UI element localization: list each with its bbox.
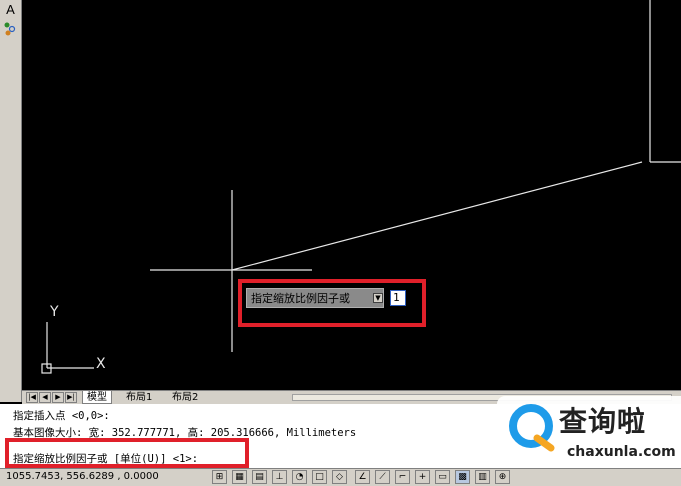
lineweight-icon[interactable]: + [415, 470, 430, 484]
highlight-box-dynamic-input [238, 279, 426, 327]
tab-model[interactable]: 模型 [82, 391, 112, 404]
text-tool-button[interactable]: A [2, 1, 19, 18]
watermark-url: chaxunla.com [567, 444, 676, 460]
status-bar: 1055.7453, 556.6289 , 0.0000 ⊞ ▦ ▤ ⊥ ◔ □… [0, 468, 681, 486]
watermark: 查询啦 chaxunla.com [497, 396, 681, 468]
next-tab-button[interactable]: ▶ [52, 392, 64, 403]
last-tab-button[interactable]: ▶| [65, 392, 77, 403]
quick-properties-icon[interactable]: ▩ [455, 470, 470, 484]
selection-cycling-icon[interactable]: ▥ [475, 470, 490, 484]
annotation-monitor-icon[interactable]: ⊕ [495, 470, 510, 484]
tab-layout2[interactable]: 布局2 [168, 391, 202, 404]
transparency-icon[interactable]: ▭ [435, 470, 450, 484]
ortho-mode-icon[interactable]: ⊥ [272, 470, 287, 484]
first-tab-button[interactable]: |◀ [26, 392, 38, 403]
ucs-x-label: X [96, 356, 106, 372]
highlight-box-command-prompt [5, 438, 249, 468]
polar-tracking-icon[interactable]: ◔ [292, 470, 307, 484]
ucs-icon: Y X [41, 304, 106, 374]
object-snap-tracking-icon[interactable]: ∠ [355, 470, 370, 484]
scale-rubberband-line [231, 161, 643, 271]
snap-mode-icon[interactable]: ⊞ [212, 470, 227, 484]
prev-tab-button[interactable]: ◀ [39, 392, 51, 403]
watermark-logo-icon [509, 404, 555, 452]
drawing-area[interactable]: Y X [22, 0, 681, 390]
ucs-y-label: Y [49, 304, 59, 320]
tab-layout1[interactable]: 布局1 [122, 391, 156, 404]
grid-icon[interactable]: ▤ [252, 470, 267, 484]
command-history-line: 指定插入点 <0,0>: [13, 410, 110, 422]
ducs-icon[interactable]: ⟋ [375, 470, 390, 484]
snap-points-icon[interactable] [2, 20, 19, 37]
object-snap-icon[interactable]: □ [312, 470, 327, 484]
cursor-coordinates: 1055.7453, 556.6289 , 0.0000 [6, 471, 159, 482]
grid-display-icon[interactable]: ▦ [232, 470, 247, 484]
watermark-title: 查询啦 [559, 405, 647, 438]
left-toolbar: A [0, 0, 22, 402]
3d-object-snap-icon[interactable]: ◇ [332, 470, 347, 484]
dynamic-input-icon[interactable]: ⌐ [395, 470, 410, 484]
drawing-canvas: Y X [41, 0, 681, 374]
